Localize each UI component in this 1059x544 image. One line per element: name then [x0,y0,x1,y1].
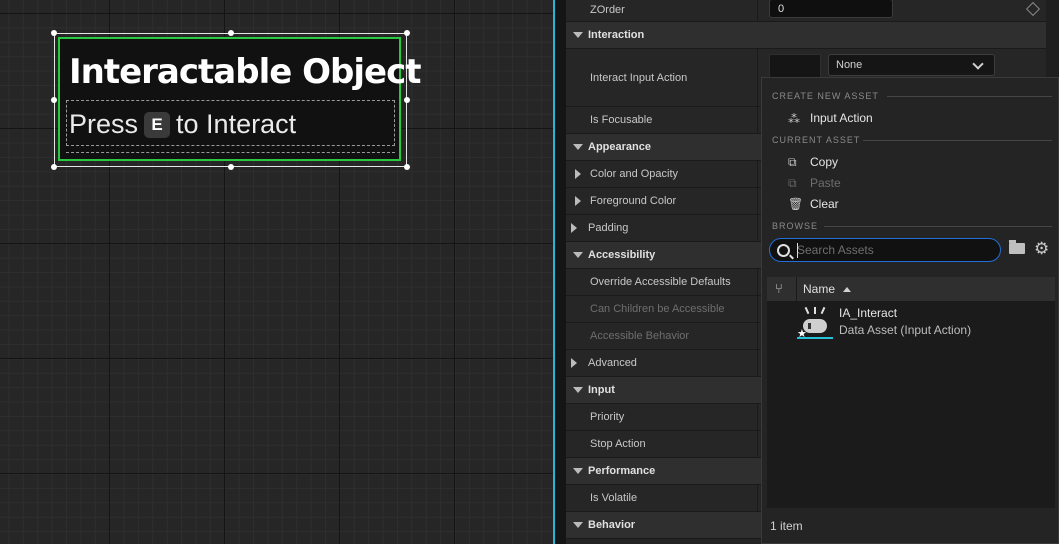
source-control-branch-icon[interactable]: ⑂ [775,281,783,296]
category-label: Accessibility [588,249,656,261]
resize-handle-bottom-right[interactable] [404,164,410,170]
section-browse: BROWSE [772,221,819,231]
property-label: Override Accessible Defaults [590,276,731,288]
resize-handle-top-right[interactable] [404,30,410,36]
clear-item[interactable]: Clear [810,197,839,211]
copy-item[interactable]: Copy [810,155,838,169]
search-input[interactable] [797,242,992,258]
bottom-dashed-outline [66,152,395,157]
combo-value: None [836,59,863,71]
reset-to-default-icon[interactable] [1025,1,1041,17]
category-label: Performance [588,465,656,477]
zorder-input[interactable]: 0 [769,0,893,18]
property-label: Foreground Color [590,195,677,207]
expand-arrow-icon [575,169,581,179]
property-label: Color and Opacity [590,168,679,180]
prompt-text-box: Press E to Interact [66,100,395,146]
prompt-suffix: to Interact [176,109,297,139]
expand-arrow-icon [573,144,583,150]
resize-handle-bottom[interactable] [228,164,234,170]
designer-canvas[interactable]: Interactable Object Press E to Interact [0,0,553,544]
prompt-prefix: Press [69,109,139,139]
sort-ascending-icon [843,287,851,292]
expand-arrow-icon [573,32,583,38]
expand-arrow-icon [575,196,581,206]
section-create-new-asset: CREATE NEW ASSET [772,91,879,101]
property-label: Priority [590,411,625,423]
paste-item: Paste [810,176,841,190]
resize-handle-bottom-left[interactable] [51,164,57,170]
category-interaction[interactable]: Interaction [566,22,1059,49]
interactable-object-widget[interactable]: Interactable Object Press E to Interact [51,30,421,170]
category-label: Input [588,384,615,396]
property-label: Is Volatile [590,492,638,504]
category-label: Interaction [588,29,645,41]
search-box[interactable] [769,238,1001,262]
property-label: Interact Input Action [590,72,688,84]
folder-icon[interactable] [1009,240,1025,254]
property-row-zorder: ZOrder 0 [566,0,1059,22]
divider [887,96,1052,97]
create-input-action-item[interactable]: Input Action [810,111,873,125]
expand-arrow-icon [573,387,583,393]
column-header-name[interactable]: Name [803,282,835,296]
search-icon [777,244,790,257]
property-label: Can Children be Accessible [590,303,725,315]
asset-type: Data Asset (Input Action) [839,323,972,337]
copy-icon: ⧉ [788,155,797,169]
resize-handle-top-left[interactable] [51,30,57,36]
text-caret [797,243,798,258]
category-label: Behavior [588,519,636,531]
property-label: Advanced [588,357,637,369]
chevron-down-icon [972,58,984,70]
divider [863,140,1052,141]
list-item[interactable]: ★ IA_Interact Data Asset (Input Action) [767,301,1055,343]
property-label: Accessible Behavior [590,330,690,342]
panel-splitter[interactable] [556,0,566,544]
prompt-text: Press E to Interact [69,109,296,140]
input-action-icon: ⁂ [788,112,800,126]
column-separator [796,277,797,301]
resize-handle-top[interactable] [228,30,234,36]
asset-list-header: ⑂ Name [767,277,1055,301]
gear-icon[interactable]: ⚙ [1034,240,1049,257]
canvas-boundary-line [553,0,555,544]
section-current-asset: CURRENT ASSET [772,135,861,145]
expand-arrow-icon [573,522,583,528]
property-label: ZOrder [590,4,625,16]
expand-arrow-icon [573,468,583,474]
property-label: Stop Action [590,438,646,450]
resize-handle-left[interactable] [51,97,57,103]
expand-arrow-icon [571,223,577,233]
asset-name: IA_Interact [839,306,898,320]
widget-border: Interactable Object Press E to Interact [58,37,421,161]
asset-picker-popup: CREATE NEW ASSET ⁂ Input Action CURRENT … [761,77,1059,544]
asset-list: ★ IA_Interact Data Asset (Input Action) [767,301,1055,508]
category-label: Appearance [588,141,651,153]
input-action-combo[interactable]: None [828,54,995,76]
expand-arrow-icon [573,252,583,258]
trash-icon: 🗑 [788,197,804,211]
property-label: Is Focusable [590,114,653,126]
key-badge: E [144,111,171,138]
expand-arrow-icon [571,358,577,368]
item-count: 1 item [770,519,803,533]
widget-title-text: Interactable Object [69,52,421,92]
resize-handle-right[interactable] [404,97,410,103]
property-label: Padding [588,222,629,234]
input-action-asset-icon: ★ [797,306,833,340]
paste-icon: ⧉ [788,176,797,190]
divider [824,226,1052,227]
